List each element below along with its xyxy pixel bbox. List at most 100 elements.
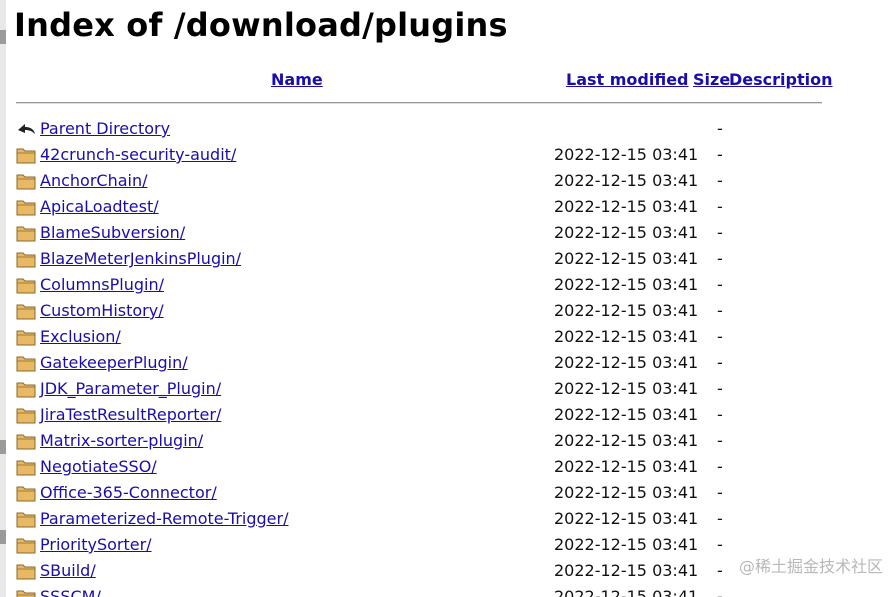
size-cell: - [717,561,723,580]
last-modified-cell: 2022-12-15 03:41 [554,327,699,346]
table-row: Office-365-Connector/2022-12-15 03:41- [0,481,895,507]
table-row: JDK_Parameter_Plugin/2022-12-15 03:41- [0,377,895,403]
folder-link[interactable]: Parameterized-Remote-Trigger/ [40,509,288,528]
last-modified-cell: 2022-12-15 03:41 [554,249,699,268]
size-cell: - [717,353,723,372]
folder-icon [16,250,36,268]
last-modified-cell: 2022-12-15 03:41 [554,223,699,242]
folder-icon [16,432,36,450]
sort-by-name-link[interactable]: Name [271,70,323,89]
table-row: BlameSubversion/2022-12-15 03:41- [0,221,895,247]
last-modified-cell: 2022-12-15 03:41 [554,483,699,502]
table-row: 42crunch-security-audit/2022-12-15 03:41… [0,143,895,169]
sort-by-size-link[interactable]: Size [693,70,730,89]
folder-link[interactable]: 42crunch-security-audit/ [40,145,236,164]
folder-icon [16,198,36,216]
folder-icon [16,302,36,320]
size-cell: - [717,509,723,528]
folder-icon [16,458,36,476]
folder-link[interactable]: SSSCM/ [40,587,101,597]
folder-link[interactable]: Office-365-Connector/ [40,483,217,502]
table-row: BlazeMeterJenkinsPlugin/2022-12-15 03:41… [0,247,895,273]
size-cell: - [717,223,723,242]
parent-directory-row: Parent Directory - [0,117,895,143]
last-modified-cell: 2022-12-15 03:41 [554,353,699,372]
folder-icon [16,588,36,597]
size-cell: - [717,327,723,346]
size-cell: - [717,587,723,597]
folder-link[interactable]: AnchorChain/ [40,171,147,190]
last-modified-cell: 2022-12-15 03:41 [554,457,699,476]
size-cell: - [717,535,723,554]
size-cell: - [717,301,723,320]
table-row: NegotiateSSO/2022-12-15 03:41- [0,455,895,481]
folder-icon [16,562,36,580]
table-row: JiraTestResultReporter/2022-12-15 03:41- [0,403,895,429]
size-cell: - [717,249,723,268]
table-row: SSSCM/2022-12-15 03:41 - [0,585,895,597]
folder-link[interactable]: Matrix-sorter-plugin/ [40,431,203,450]
sort-by-description-link[interactable]: Description [729,70,832,89]
directory-listing-page: Index of /download/plugins Name Last mod… [0,0,895,597]
size-cell: - [717,457,723,476]
size-cell: - [717,483,723,502]
folder-icon [16,224,36,242]
folder-icon [16,536,36,554]
folder-icon [16,406,36,424]
last-modified-cell: 2022-12-15 03:41 [554,197,699,216]
size-cell: - [717,275,723,294]
table-row: Parameterized-Remote-Trigger/2022-12-15 … [0,507,895,533]
table-row: Exclusion/2022-12-15 03:41- [0,325,895,351]
folder-link[interactable]: SBuild/ [40,561,96,580]
table-header: Name Last modified Size Description [16,70,832,92]
folder-link[interactable]: NegotiateSSO/ [40,457,157,476]
folder-icon [16,172,36,190]
table-row: Matrix-sorter-plugin/2022-12-15 03:41- [0,429,895,455]
folder-link[interactable]: CustomHistory/ [40,301,164,320]
folder-icon [16,354,36,372]
back-arrow-icon [16,120,36,138]
folder-link[interactable]: PrioritySorter/ [40,535,152,554]
folder-link[interactable]: GatekeeperPlugin/ [40,353,188,372]
folder-icon [16,380,36,398]
last-modified-cell: 2022-12-15 03:41 [554,171,699,190]
size-cell: - [717,379,723,398]
header-divider [16,102,822,104]
folder-link[interactable]: Exclusion/ [40,327,121,346]
folder-icon [16,276,36,294]
table-row: AnchorChain/2022-12-15 03:41- [0,169,895,195]
parent-directory-link[interactable]: Parent Directory [40,119,170,138]
folder-icon [16,328,36,346]
folder-link[interactable]: JiraTestResultReporter/ [40,405,221,424]
size-cell: - [717,405,723,424]
file-list: Parent Directory -42crunch-security-audit… [0,117,895,597]
last-modified-cell: 2022-12-15 03:41 [554,535,699,554]
page-title: Index of /download/plugins [14,6,508,44]
last-modified-cell: 2022-12-15 03:41 [554,509,699,528]
folder-link[interactable]: BlazeMeterJenkinsPlugin/ [40,249,241,268]
folder-link[interactable]: JDK_Parameter_Plugin/ [40,379,221,398]
size-cell: - [717,197,723,216]
folder-icon [16,484,36,502]
folder-icon [16,510,36,528]
last-modified-cell: 2022-12-15 03:41 [554,405,699,424]
table-row: CustomHistory/2022-12-15 03:41- [0,299,895,325]
folder-link[interactable]: BlameSubversion/ [40,223,185,242]
folder-link[interactable]: ApicaLoadtest/ [40,197,159,216]
watermark: @稀土掘金技术社区 [738,557,883,576]
size-cell: - [717,145,723,164]
folder-link[interactable]: ColumnsPlugin/ [40,275,164,294]
last-modified-cell: 2022-12-15 03:41 [554,145,699,164]
last-modified-cell: 2022-12-15 03:41 [554,431,699,450]
sort-by-last-modified-link[interactable]: Last modified [566,70,689,89]
edge-mark [0,30,6,44]
table-row: ApicaLoadtest/2022-12-15 03:41- [0,195,895,221]
table-row: ColumnsPlugin/2022-12-15 03:41- [0,273,895,299]
last-modified-cell: 2022-12-15 03:41 [554,561,699,580]
folder-icon [16,146,36,164]
last-modified-cell: 2022-12-15 03:41 [554,301,699,320]
table-row: GatekeeperPlugin/2022-12-15 03:41- [0,351,895,377]
size-cell: - [717,171,723,190]
last-modified-cell: 2022-12-15 03:41 [554,379,699,398]
size-cell: - [717,119,723,138]
